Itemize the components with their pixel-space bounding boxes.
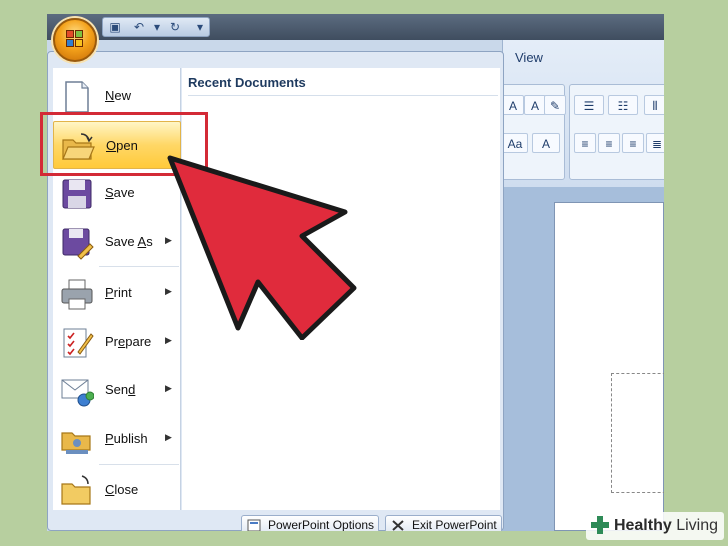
submenu-arrow-icon: ▶: [165, 432, 172, 442]
change-case-button[interactable]: Aa: [502, 133, 528, 153]
slide-canvas[interactable]: [554, 202, 664, 531]
menu-item-label: Print: [105, 285, 132, 300]
customize-toolbar-icon[interactable]: ▾: [191, 19, 209, 35]
menu-item-publish[interactable]: Publish ▶: [53, 415, 181, 463]
save-as-icon: [62, 228, 94, 260]
menu-item-label: Send: [105, 382, 136, 397]
bullets-icon[interactable]: ☰: [574, 95, 604, 115]
menu-separator: [99, 464, 179, 465]
watermark-bold: Healthy: [613, 517, 672, 534]
undo-icon[interactable]: ↶: [130, 19, 148, 35]
close-folder-icon: [61, 475, 91, 505]
watermark-rest: Living: [671, 517, 718, 534]
numbering-icon[interactable]: ☷: [608, 95, 638, 115]
slide-editing-area: [502, 187, 664, 531]
justify-icon[interactable]: ≣: [646, 133, 664, 153]
ribbon: View A A ✎ Aa A ☰ ☷ ⫴ ≡ ≡ ≡ ≣: [499, 40, 664, 187]
options-icon: [247, 519, 261, 531]
shrink-font-button[interactable]: A: [524, 95, 546, 115]
undo-dropdown-icon[interactable]: ▾: [148, 19, 166, 35]
powerpoint-options-button[interactable]: PowerPoint Options: [241, 515, 380, 531]
send-icon: [61, 379, 94, 407]
menu-item-label: Close: [105, 482, 139, 497]
office-logo-icon: [66, 30, 84, 50]
quick-access-toolbar: ▣ ↶ ▾ ↻ ▾: [102, 17, 210, 37]
watermark: Healthy Living: [585, 512, 724, 540]
align-left-icon[interactable]: ≡: [574, 133, 596, 153]
title-bar: ▣ ↶ ▾ ↻ ▾: [47, 14, 664, 40]
menu-item-send[interactable]: Send ▶: [53, 366, 181, 414]
prepare-icon: [63, 328, 94, 358]
redo-icon[interactable]: ↻: [166, 19, 184, 35]
grow-font-button[interactable]: A: [502, 95, 524, 115]
font-color-button[interactable]: A: [532, 133, 560, 153]
printer-icon: [61, 279, 93, 310]
submenu-arrow-icon: ▶: [165, 383, 172, 393]
menu-item-close[interactable]: Close: [53, 466, 181, 514]
exit-label: Exit PowerPoint: [412, 518, 497, 531]
font-group: A A ✎ Aa A: [499, 84, 566, 180]
publish-icon: [61, 432, 91, 454]
align-right-icon[interactable]: ≡: [622, 133, 644, 153]
office-menu-footer: PowerPoint Options Exit PowerPoint: [233, 515, 503, 531]
menu-item-label: Publish: [105, 431, 148, 446]
save-icon[interactable]: ▣: [106, 19, 124, 35]
exit-powerpoint-button[interactable]: Exit PowerPoint: [385, 515, 502, 531]
align-center-icon[interactable]: ≡: [598, 133, 620, 153]
tab-view[interactable]: View: [515, 50, 543, 65]
pointer-arrow-icon: [167, 155, 357, 340]
menu-item-label: Prepare: [105, 334, 152, 349]
recent-documents-heading: Recent Documents: [188, 75, 498, 96]
menu-item-label: New: [105, 88, 132, 103]
options-label: PowerPoint Options: [268, 518, 375, 531]
menu-item-label: Save As: [105, 234, 153, 249]
clear-format-icon[interactable]: ✎: [544, 95, 566, 115]
paragraph-group: ☰ ☷ ⫴ ≡ ≡ ≡ ≣: [569, 84, 664, 180]
health-cross-icon: [590, 516, 609, 534]
new-document-icon: [65, 81, 89, 113]
menu-item-label: Save: [105, 185, 135, 200]
office-button[interactable]: [53, 18, 97, 62]
columns-icon[interactable]: ⫴: [644, 95, 664, 115]
exit-icon: [392, 520, 404, 531]
slide-placeholder[interactable]: [611, 373, 664, 493]
save-disk-icon: [62, 179, 92, 209]
